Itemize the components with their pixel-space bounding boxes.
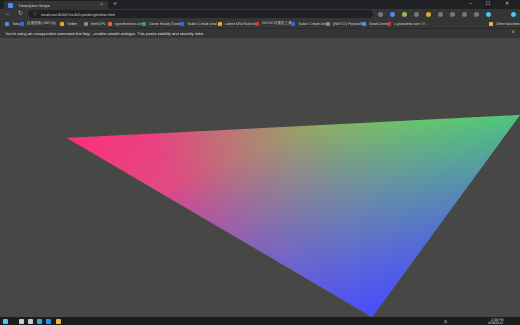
bookmark-favicon-icon xyxy=(20,21,24,26)
edge-icon[interactable] xyxy=(37,318,42,324)
extension-icon[interactable] xyxy=(402,11,407,17)
bookmark-item[interactable]: Latest KRs/Tsdlsnt's... xyxy=(218,20,260,27)
bookmark-item[interactable]: Twitter xyxy=(60,20,78,27)
warning-message: You're using an unsupported command-line… xyxy=(5,31,205,36)
task-view-icon[interactable] xyxy=(28,318,33,324)
extension-icon[interactable] xyxy=(438,11,443,17)
language-indicator[interactable]: 中 xyxy=(444,319,447,324)
tab-title: Descriptor Heaps xyxy=(19,2,50,8)
close-window-button[interactable]: ✕ xyxy=(505,0,509,8)
site-info-icon[interactable]: ⓘ xyxy=(33,11,37,17)
bookmark-item[interactable]: 百度搜索 (360°@) xyxy=(20,20,56,27)
infobar-close-icon[interactable]: × xyxy=(511,29,515,38)
minimize-button[interactable]: – xyxy=(469,0,472,8)
bookmark-item[interactable]: WebGPU xyxy=(84,20,106,27)
vscode-icon[interactable] xyxy=(46,318,51,324)
bookmark-label: WebGPU xyxy=(91,21,107,26)
extension-icon[interactable] xyxy=(378,11,383,17)
extension-icon[interactable] xyxy=(414,11,419,17)
clock-date[interactable]: 4/28/2021 xyxy=(488,321,503,325)
extension-icon[interactable] xyxy=(426,11,431,17)
windows-taskbar: 中 2:36 PM 4/28/2021 xyxy=(0,317,520,325)
bookmark-favicon-icon xyxy=(489,21,493,26)
warning-infobar: You're using an unsupported command-line… xyxy=(0,29,520,38)
address-bar[interactable]: ⓘ localhost:8080/YouNG/public/gfx/test.h… xyxy=(28,10,373,18)
extension-icon[interactable] xyxy=(486,11,491,17)
tab-close-icon[interactable]: × xyxy=(100,2,103,8)
bookmark-item[interactable]: DCCM 可视化工具... xyxy=(255,20,295,27)
bookmark-item[interactable]: Other favorites xyxy=(489,20,520,27)
bookmark-favicon-icon xyxy=(291,21,295,26)
start-icon[interactable] xyxy=(3,318,8,324)
bookmark-favicon-icon xyxy=(326,21,330,26)
bookmark-item[interactable]: Tsdlcn Crtsde Anal... xyxy=(180,20,220,27)
webgpu-canvas[interactable] xyxy=(0,38,520,317)
extension-icon[interactable] xyxy=(462,11,467,17)
bookmark-favicon-icon xyxy=(255,21,259,26)
bookmark-favicon-icon xyxy=(362,21,366,26)
bookmark-item[interactable]: c.ghosdestr.com / F... xyxy=(387,20,428,27)
search-icon[interactable] xyxy=(19,318,24,324)
back-button[interactable]: ← xyxy=(5,10,11,18)
bookmarks-bar: Tabs 百度搜索 (360°@) Twitter WebGPU typedfemeno… xyxy=(0,19,520,29)
reload-button[interactable]: ↻ xyxy=(18,10,23,18)
bookmark-item[interactable]: Tsdlcn Crtsde Anal... xyxy=(291,20,331,27)
tab-favicon-icon xyxy=(8,2,13,8)
maximize-button[interactable]: ☐ xyxy=(486,0,490,8)
bookmark-favicon-icon xyxy=(84,21,88,26)
address-url: localhost:8080/YouNG/public/gfx/test.htm… xyxy=(41,11,115,17)
bookmark-label: 百度搜索 (360°@) xyxy=(27,21,56,25)
bookmark-item[interactable]: typedfemeno.com xyxy=(108,20,144,27)
bookmark-favicon-icon xyxy=(5,21,9,26)
bookmark-favicon-icon xyxy=(142,21,146,26)
bookmark-label: Tsdlcn Crtsde Anal... xyxy=(187,21,220,26)
bookmark-favicon-icon xyxy=(108,21,112,26)
bookmark-label: typedfemeno.com xyxy=(115,21,144,26)
bookmark-favicon-icon xyxy=(387,21,391,26)
extension-icon[interactable] xyxy=(474,11,479,17)
bookmark-favicon-icon xyxy=(218,21,222,26)
bookmark-label: Game Ready Shots... xyxy=(149,21,184,26)
tab-descriptor-heaps[interactable]: Descriptor Heaps × xyxy=(4,1,108,9)
rgb-triangle xyxy=(67,115,520,317)
bookmark-item[interactable]: Game Ready Shots... xyxy=(142,20,183,27)
extension-icon[interactable] xyxy=(450,11,455,17)
profile-avatar[interactable] xyxy=(511,11,516,17)
bookmark-item[interactable]: Tabs xyxy=(5,20,20,27)
bookmark-label: c.ghosdestr.com / F... xyxy=(394,21,428,26)
extension-icon[interactable] xyxy=(390,11,395,17)
title-bar: Descriptor Heaps × + – ☐ ✕ xyxy=(0,0,520,9)
new-tab-button[interactable]: + xyxy=(113,1,117,8)
explorer-icon[interactable] xyxy=(56,318,61,324)
bookmark-favicon-icon xyxy=(60,21,64,26)
bookmark-favicon-icon xyxy=(180,21,184,26)
bookmark-label: Tabs xyxy=(12,21,20,26)
bookmark-label: Twitter xyxy=(67,21,78,26)
bookmark-label: Other favorites xyxy=(496,21,520,26)
browser-toolbar: ← ↻ ⓘ localhost:8080/YouNG/public/gfx/te… xyxy=(0,9,520,19)
bookmark-label: DCCM 可视化工具... xyxy=(262,21,295,25)
